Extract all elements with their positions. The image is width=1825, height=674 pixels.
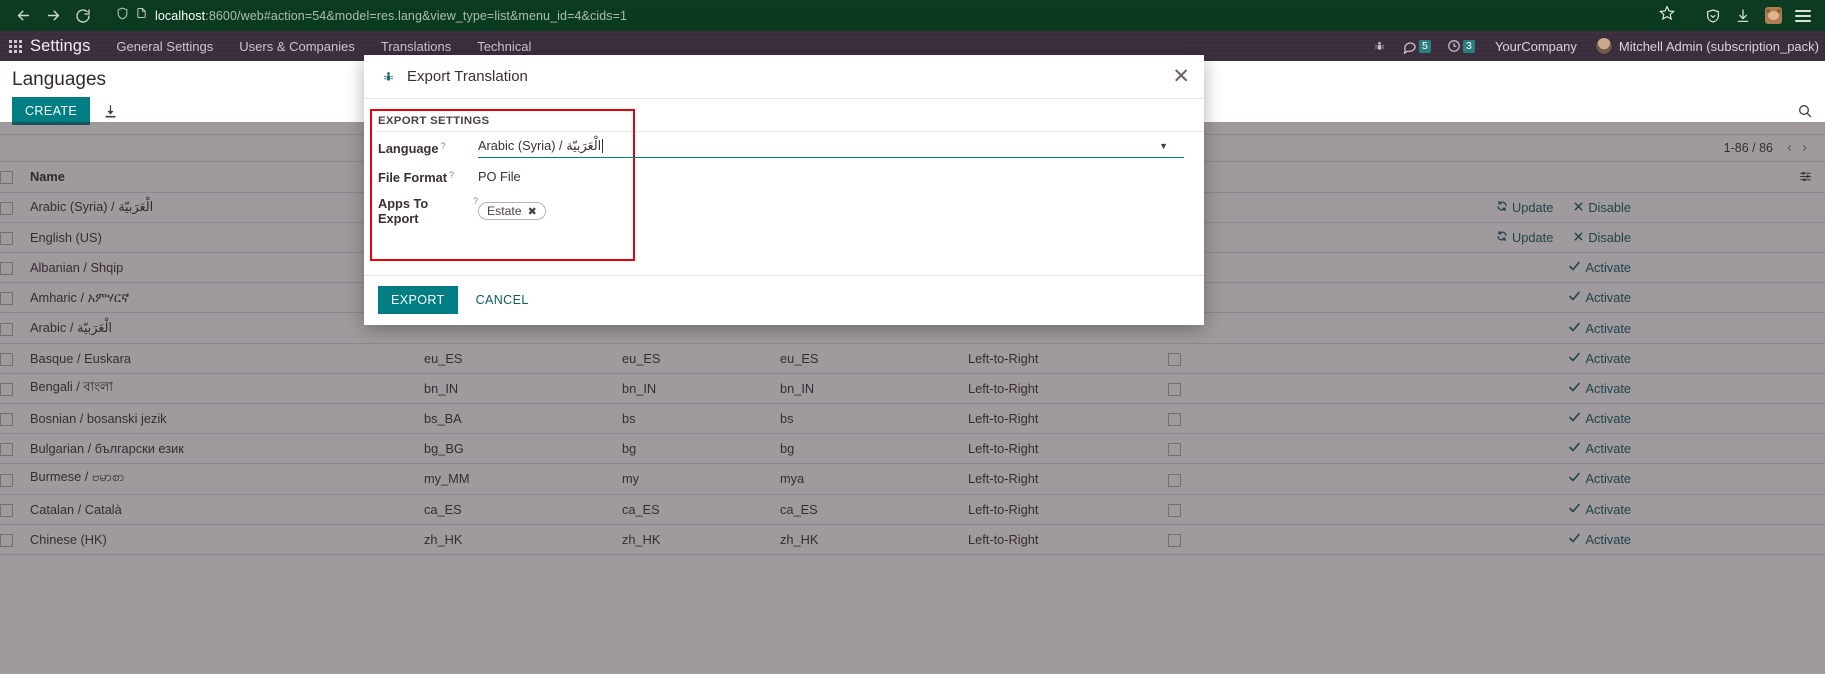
file-format-value[interactable]: PO File — [478, 169, 521, 184]
language-value: Arabic (Syria) / الْعَرَبيّة — [478, 138, 602, 153]
navbar-systray: 5 3 YourCompany Mitchell Admin (subscrip… — [1357, 37, 1825, 55]
help-marker[interactable]: ? — [449, 170, 454, 180]
field-row-language: Language? Arabic (Syria) / الْعَرَبيّة ▼ — [364, 132, 1204, 162]
download-icon[interactable] — [1729, 3, 1757, 29]
reload-icon[interactable] — [68, 3, 98, 29]
remove-tag-icon[interactable]: ✖ — [528, 205, 537, 218]
url-bar[interactable]: localhost:8600/web#action=54&model=res.l… — [108, 3, 1683, 28]
browser-actions — [1699, 3, 1817, 29]
bug-icon — [382, 70, 395, 84]
user-name: Mitchell Admin (subscription_pack) — [1618, 38, 1819, 54]
messages-counter[interactable]: 5 — [1402, 39, 1431, 54]
shield-icon — [116, 6, 129, 26]
menu-technical[interactable]: Technical — [477, 39, 531, 54]
close-icon[interactable]: ✕ — [1172, 66, 1190, 87]
dialog-body: EXPORT SETTINGS Language? Arabic (Syria)… — [364, 99, 1204, 275]
back-icon[interactable] — [8, 3, 38, 29]
url-text: localhost:8600/web#action=54&model=res.l… — [155, 9, 627, 23]
company-switcher[interactable]: YourCompany — [1495, 39, 1577, 54]
field-row-file-format: File Format? PO File — [364, 162, 1204, 190]
menu-users-companies[interactable]: Users & Companies — [239, 39, 355, 54]
avatar — [1594, 37, 1613, 55]
apps-tag-label: Estate — [487, 204, 522, 218]
app-brand[interactable]: Settings — [30, 37, 90, 56]
help-marker[interactable]: ? — [440, 141, 445, 151]
messages-count: 5 — [1418, 39, 1431, 53]
user-menu[interactable]: Mitchell Admin (subscription_pack) — [1594, 37, 1819, 55]
monkey-avatar-icon[interactable] — [1759, 3, 1787, 29]
hamburger-menu-icon[interactable] — [1789, 3, 1817, 29]
url-path: :8600/web#action=54&model=res.lang&view_… — [205, 8, 628, 23]
browser-toolbar: localhost:8600/web#action=54&model=res.l… — [0, 0, 1825, 31]
import-icon[interactable] — [103, 104, 118, 119]
dialog-header: Export Translation ✕ — [364, 55, 1204, 99]
url-host: localhost — [155, 8, 206, 23]
bug-icon[interactable] — [1373, 40, 1386, 53]
search-input[interactable] — [1797, 103, 1813, 119]
create-button[interactable]: CREATE — [12, 97, 91, 125]
export-translation-dialog: Export Translation ✕ EXPORT SETTINGS Lan… — [364, 55, 1204, 325]
apps-tag-estate[interactable]: Estate ✖ — [478, 202, 546, 220]
apps-to-export-label: Apps To Export? — [378, 196, 478, 226]
file-format-label: File Format? — [378, 169, 454, 185]
caret-down-icon[interactable]: ▼ — [1159, 141, 1168, 151]
dialog-title: Export Translation — [407, 68, 528, 85]
text-caret — [602, 139, 604, 153]
dialog-footer: EXPORT CANCEL — [364, 275, 1204, 325]
language-input[interactable]: Arabic (Syria) / الْعَرَبيّة — [478, 138, 1184, 158]
menu-general-settings[interactable]: General Settings — [116, 39, 213, 54]
export-button[interactable]: EXPORT — [378, 286, 458, 314]
star-icon[interactable] — [1649, 5, 1676, 26]
shield-check-icon[interactable] — [1699, 3, 1727, 29]
activities-counter[interactable]: 3 — [1447, 39, 1475, 53]
cancel-button[interactable]: CANCEL — [466, 286, 539, 314]
forward-icon[interactable] — [38, 3, 68, 29]
activities-count: 3 — [1462, 39, 1475, 53]
apps-grid-icon[interactable] — [0, 39, 30, 53]
language-label: Language? — [378, 140, 446, 156]
menu-translations[interactable]: Translations — [381, 39, 451, 54]
field-row-apps-to-export: Apps To Export? Estate ✖ — [364, 190, 1204, 230]
page-icon — [136, 6, 147, 25]
section-title: EXPORT SETTINGS — [378, 115, 490, 127]
